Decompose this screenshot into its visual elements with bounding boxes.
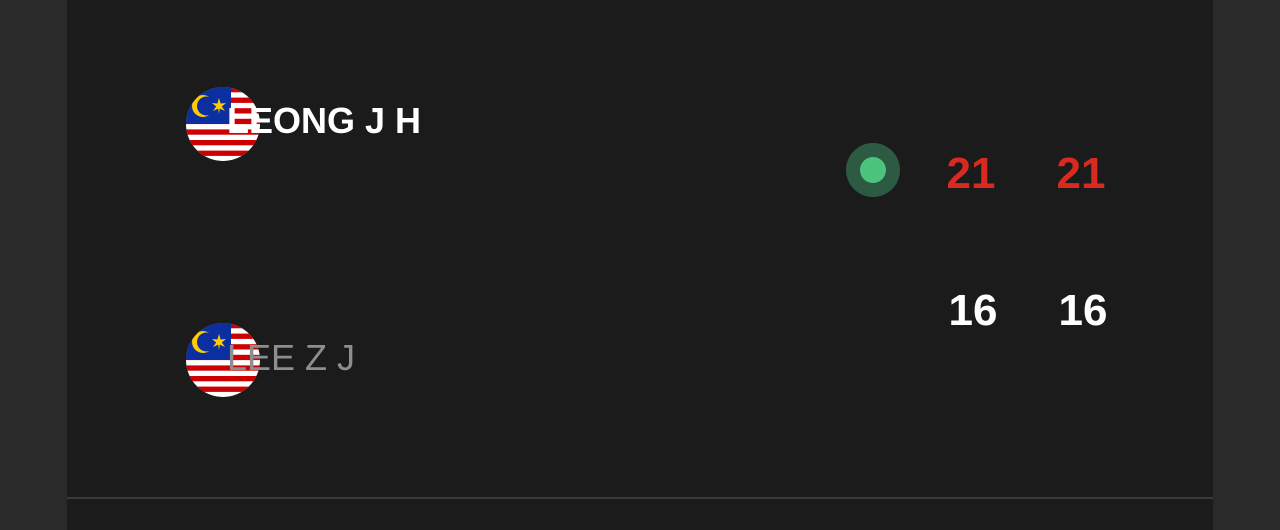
player-1-game-1-score: 21 bbox=[946, 149, 996, 198]
player-2-game-2-score: 16 bbox=[1058, 286, 1108, 335]
serving-indicator-icon bbox=[846, 143, 900, 197]
player-name-2: LEE Z J bbox=[227, 337, 356, 378]
next-card bbox=[67, 499, 1213, 530]
serving-dot bbox=[860, 157, 886, 183]
player-2-game-1-score: 16 bbox=[948, 286, 998, 335]
match-card[interactable]: LEONG J H 21 21 LEE Z J 16 16 bbox=[67, 0, 1213, 497]
player-1-game-2-score: 21 bbox=[1056, 149, 1106, 198]
player-name-1: LEONG J H bbox=[227, 100, 422, 141]
